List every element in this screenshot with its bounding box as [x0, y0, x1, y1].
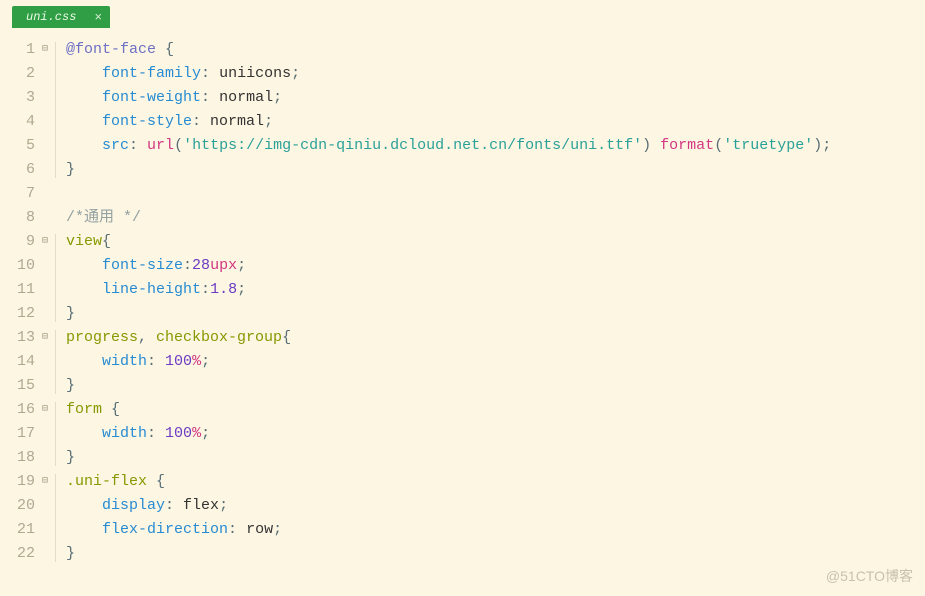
- fold-toggle-icon[interactable]: ⊟: [38, 230, 52, 254]
- line-number: 12: [0, 302, 38, 326]
- fold-empty: [38, 302, 52, 326]
- fold-empty: [38, 158, 52, 182]
- code-line[interactable]: form {: [66, 398, 925, 422]
- line-number: 19: [0, 470, 38, 494]
- code-line[interactable]: flex-direction: row;: [66, 518, 925, 542]
- fold-empty: [38, 494, 52, 518]
- code-editor[interactable]: 12345678910111213141516171819202122 ⊟⊟⊟⊟…: [0, 32, 925, 566]
- fold-empty: [38, 542, 52, 566]
- code-line[interactable]: width: 100%;: [66, 350, 925, 374]
- line-number: 18: [0, 446, 38, 470]
- fold-empty: [38, 86, 52, 110]
- code-line[interactable]: font-family: uniicons;: [66, 62, 925, 86]
- code-line[interactable]: display: flex;: [66, 494, 925, 518]
- file-tab[interactable]: uni.css ×: [12, 6, 110, 28]
- line-number: 15: [0, 374, 38, 398]
- code-column: @font-face { font-family: uniicons; font…: [62, 38, 925, 566]
- line-number: 2: [0, 62, 38, 86]
- fold-empty: [38, 254, 52, 278]
- fold-empty: [38, 278, 52, 302]
- indent-guide: [55, 402, 56, 466]
- indent-guide: [55, 474, 56, 562]
- fold-toggle-icon[interactable]: ⊟: [38, 38, 52, 62]
- close-icon[interactable]: ×: [94, 10, 102, 25]
- watermark: @51CTO博客: [826, 566, 913, 586]
- line-number: 3: [0, 86, 38, 110]
- indent-guide: [55, 330, 56, 394]
- code-line[interactable]: /*通用 */: [66, 206, 925, 230]
- code-line[interactable]: font-style: normal;: [66, 110, 925, 134]
- line-number: 14: [0, 350, 38, 374]
- line-number: 20: [0, 494, 38, 518]
- line-number: 5: [0, 134, 38, 158]
- code-line[interactable]: }: [66, 542, 925, 566]
- fold-column: ⊟ ⊟ ⊟ ⊟ ⊟: [38, 38, 52, 566]
- code-line[interactable]: }: [66, 158, 925, 182]
- line-number: 16: [0, 398, 38, 422]
- line-number: 9: [0, 230, 38, 254]
- indent-guide: [55, 234, 56, 322]
- fold-empty: [38, 350, 52, 374]
- indent-guide-column: [52, 38, 62, 566]
- code-line[interactable]: [66, 182, 925, 206]
- code-line[interactable]: line-height:1.8;: [66, 278, 925, 302]
- code-line[interactable]: font-size:28upx;: [66, 254, 925, 278]
- line-number: 8: [0, 206, 38, 230]
- indent-guide: [55, 42, 56, 178]
- line-gutter: 12345678910111213141516171819202122: [0, 38, 38, 566]
- fold-empty: [38, 446, 52, 470]
- tab-bar: uni.css ×: [0, 0, 925, 32]
- code-line[interactable]: }: [66, 446, 925, 470]
- line-number: 6: [0, 158, 38, 182]
- code-line[interactable]: progress, checkbox-group{: [66, 326, 925, 350]
- line-number: 22: [0, 542, 38, 566]
- fold-empty: [38, 206, 52, 230]
- code-line[interactable]: @font-face {: [66, 38, 925, 62]
- line-number: 10: [0, 254, 38, 278]
- code-line[interactable]: .uni-flex {: [66, 470, 925, 494]
- tab-filename: uni.css: [26, 10, 76, 24]
- fold-toggle-icon[interactable]: ⊟: [38, 326, 52, 350]
- fold-empty: [38, 518, 52, 542]
- fold-empty: [38, 62, 52, 86]
- fold-empty: [38, 134, 52, 158]
- code-line[interactable]: }: [66, 302, 925, 326]
- fold-toggle-icon[interactable]: ⊟: [38, 470, 52, 494]
- code-line[interactable]: font-weight: normal;: [66, 86, 925, 110]
- line-number: 21: [0, 518, 38, 542]
- fold-empty: [38, 182, 52, 206]
- code-line[interactable]: view{: [66, 230, 925, 254]
- line-number: 1: [0, 38, 38, 62]
- fold-empty: [38, 374, 52, 398]
- fold-empty: [38, 422, 52, 446]
- code-line[interactable]: src: url('https://img-cdn-qiniu.dcloud.n…: [66, 134, 925, 158]
- code-line[interactable]: width: 100%;: [66, 422, 925, 446]
- line-number: 4: [0, 110, 38, 134]
- line-number: 17: [0, 422, 38, 446]
- code-line[interactable]: }: [66, 374, 925, 398]
- line-number: 7: [0, 182, 38, 206]
- line-number: 11: [0, 278, 38, 302]
- fold-toggle-icon[interactable]: ⊟: [38, 398, 52, 422]
- line-number: 13: [0, 326, 38, 350]
- fold-empty: [38, 110, 52, 134]
